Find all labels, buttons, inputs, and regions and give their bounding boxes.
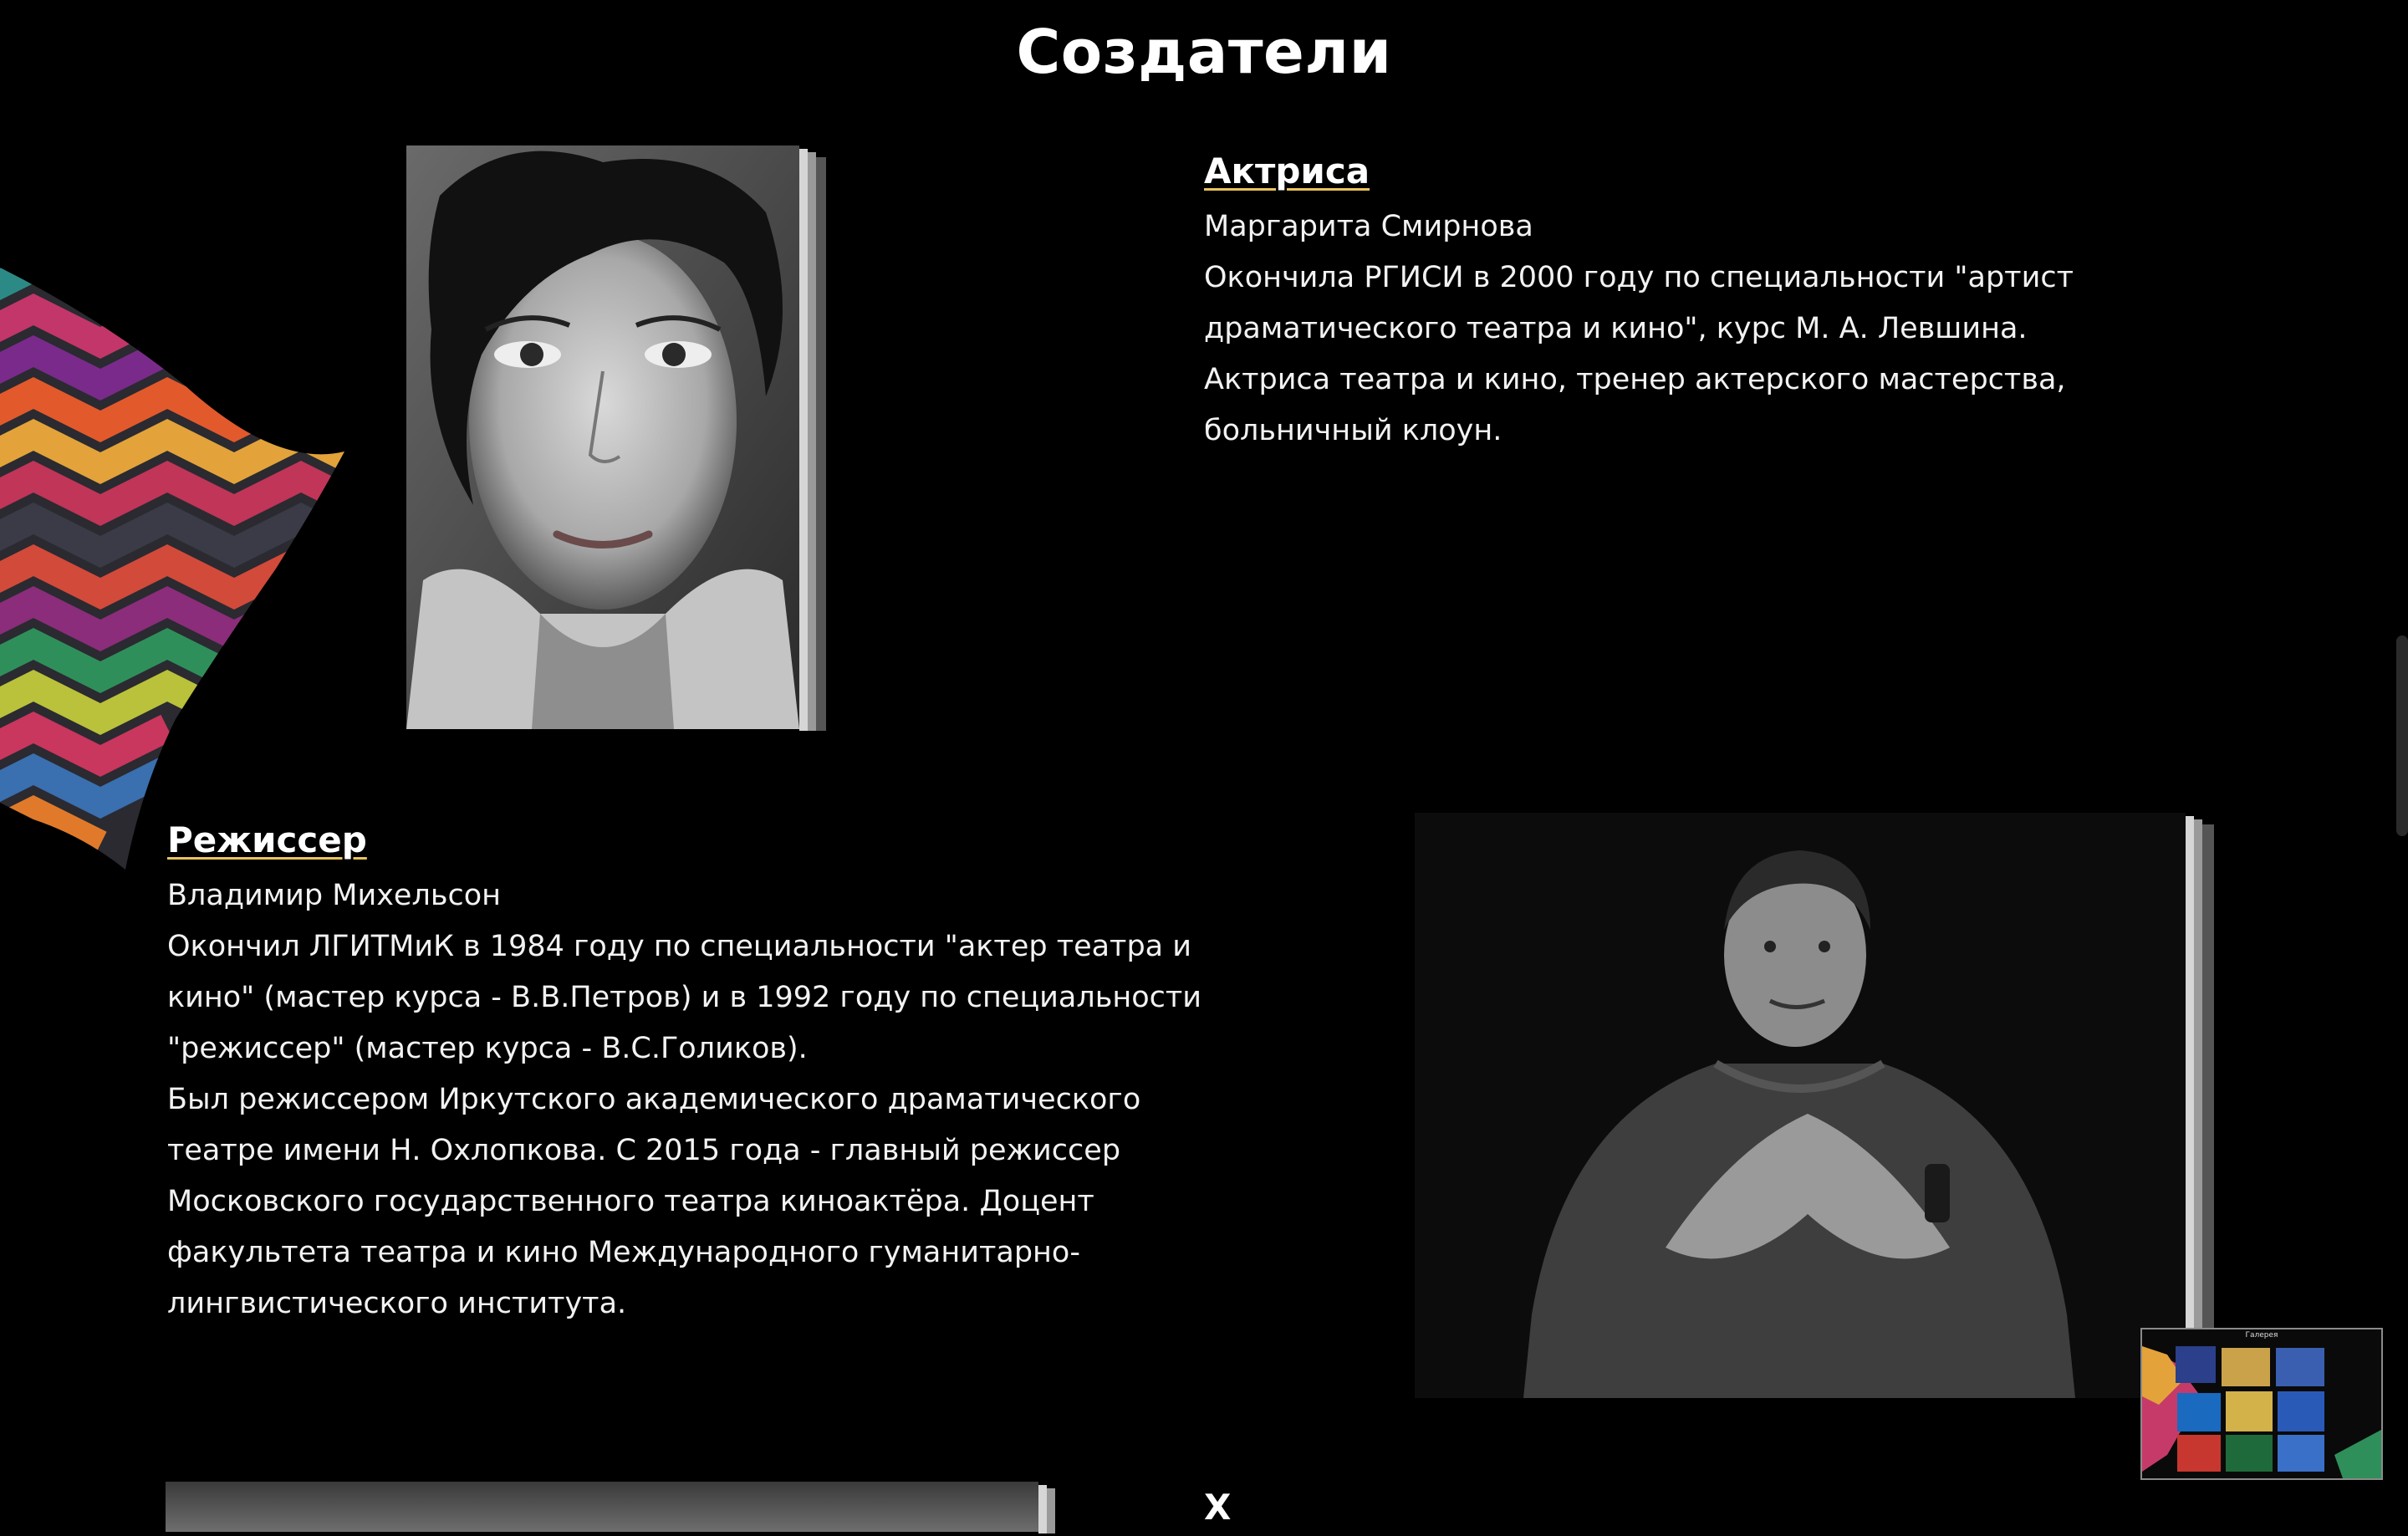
creator3-photo-frame: [166, 1482, 1060, 1533]
bio-line: Окончил ЛГИТМиК в 1984 году по специальн…: [167, 930, 1191, 963]
bio-line: "режиссер" (мастер курса - В.С.Голиков).: [167, 1032, 808, 1065]
bio-line: лингвистического института.: [167, 1287, 627, 1320]
role-link-creator3[interactable]: Х: [1204, 1487, 1231, 1528]
director-info: Режиссер Владимир Михельсон Окончил ЛГИТ…: [167, 819, 1405, 1329]
actress-photo-frame: [406, 145, 829, 731]
bio-line: Был режиссером Иркутского академического…: [167, 1083, 1141, 1116]
bio-line: Актриса театра и кино, тренер актерского…: [1204, 363, 2066, 396]
person-name: Владимир Михельсон: [167, 879, 501, 912]
bio-line: драматического театра и кино", курс М. А…: [1204, 312, 2028, 345]
bio-line: театре имени Н. Охлопкова. С 2015 года -…: [167, 1134, 1121, 1167]
decorative-pillow-image: [0, 268, 344, 870]
page-scrollbar[interactable]: [2396, 635, 2408, 836]
bio-line: больничный клоун.: [1204, 414, 1502, 447]
bio-line: факультета театра и кино Международного …: [167, 1236, 1080, 1269]
gallery-collage-image: [2142, 1346, 2381, 1478]
page-title: Создатели: [1016, 17, 1392, 87]
director-portrait-photo: [1415, 813, 2186, 1398]
person-name: Маргарита Смирнова: [1204, 210, 1533, 243]
gallery-title: Галерея: [2245, 1331, 2278, 1340]
director-photo-frame: [1415, 813, 2222, 1400]
actress-portrait-photo: [406, 145, 799, 729]
gallery-thumbnail-widget[interactable]: Галерея: [2140, 1328, 2383, 1480]
bio-line: Московского государственного театра кино…: [167, 1185, 1094, 1218]
actress-info: Актриса Маргарита Смирнова Окончила РГИС…: [1204, 151, 2124, 457]
role-link-actress[interactable]: Актриса: [1204, 151, 1370, 191]
bio-line: Окончила РГИСИ в 2000 году по специально…: [1204, 261, 2074, 294]
bio-line: кино" (мастер курса - В.В.Петров) и в 19…: [167, 981, 1202, 1014]
creator3-info: Х: [1204, 1487, 1231, 1536]
creator3-photo: [166, 1482, 1038, 1532]
role-link-director[interactable]: Режиссер: [167, 819, 367, 860]
